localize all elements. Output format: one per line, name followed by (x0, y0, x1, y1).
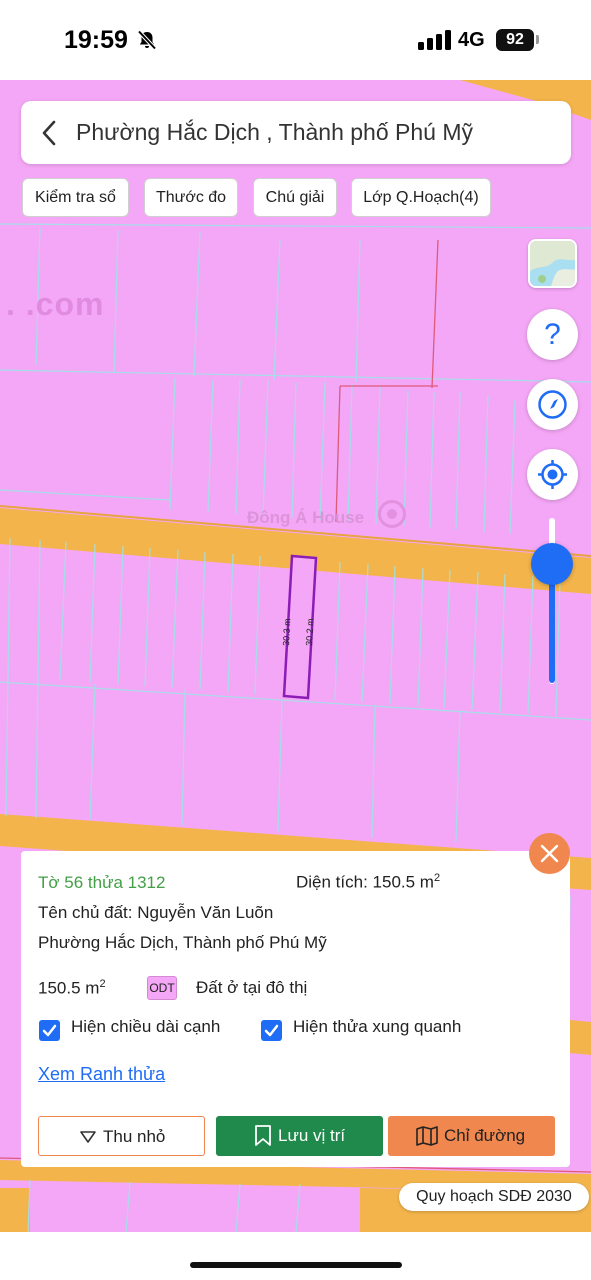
watermark-center: Đông Á House (247, 508, 365, 527)
help-button[interactable]: ? (527, 309, 578, 360)
close-panel-button[interactable] (529, 833, 570, 874)
signal-icon (418, 30, 451, 50)
compass-button[interactable] (527, 379, 578, 430)
owner-name: Tên chủ đất: Nguyễn Văn Luõn (38, 903, 274, 922)
directions-button[interactable]: Chỉ đường (388, 1116, 555, 1156)
locate-icon (538, 460, 567, 489)
save-location-button[interactable]: Lưu vị trí (216, 1116, 383, 1156)
directions-label: Chỉ đường (444, 1126, 526, 1145)
land-use-type: Đất ở tại đô thị (196, 978, 308, 997)
collapse-label: Thu nhỏ (103, 1127, 166, 1146)
bell-muted-icon (137, 30, 157, 50)
checkmark-icon (264, 1024, 279, 1037)
parcel-address: Phường Hắc Dịch, Thành phố Phú Mỹ (38, 933, 327, 952)
land-use-code-badge: ODT (147, 976, 177, 1000)
triangle-down-icon (80, 1131, 96, 1143)
battery-tip (536, 35, 539, 44)
map-type-button[interactable] (528, 239, 577, 288)
map-icon (416, 1126, 438, 1146)
location-title: Phường Hắc Dịch , Thành phố Phú Mỹ (76, 119, 473, 145)
chip-planning-layer[interactable]: Lớp Q.Hoạch(4) (351, 178, 491, 217)
view-boundary-link[interactable]: Xem Ranh thửa (38, 1064, 165, 1085)
close-icon (540, 844, 559, 863)
parcel-area: Diện tích: 150.5 m2 (296, 872, 441, 892)
map-thumbnail-icon (530, 241, 575, 286)
collapse-button[interactable]: Thu nhỏ (38, 1116, 205, 1156)
battery-icon: 92 (496, 29, 534, 51)
side-lengths-checkbox[interactable] (39, 1020, 60, 1041)
chip-measure[interactable]: Thước đo (144, 178, 238, 217)
planning-layer-label[interactable]: Quy hoạch SDĐ 2030 (399, 1183, 589, 1211)
locate-button[interactable] (527, 449, 578, 500)
chip-legend[interactable]: Chú giải (253, 178, 337, 217)
zoom-slider-handle[interactable] (531, 543, 573, 585)
back-arrow-icon[interactable] (37, 119, 63, 147)
bookmark-icon (255, 1125, 271, 1146)
watermark-pin-icon (378, 500, 406, 528)
parcel-number: Tờ 56 thửa 1312 (38, 873, 166, 892)
network-label: 4G (458, 29, 485, 51)
status-bar: 19:59 4G 92 (0, 0, 591, 80)
parcel-info-panel: Tờ 56 thửa 1312 Diện tích: 150.5 m2 Tên … (21, 851, 570, 1167)
status-time: 19:59 (64, 26, 128, 54)
side-lengths-label[interactable]: Hiện chiều dài cạnh (71, 1017, 220, 1037)
compass-icon (538, 390, 567, 419)
plot-side-right: 30.2 m (304, 618, 315, 646)
watermark-left: . .com (6, 286, 105, 322)
chip-check-certificate[interactable]: Kiểm tra sổ (22, 178, 129, 217)
land-use-area: 150.5 m2 (38, 978, 106, 998)
question-icon: ? (544, 318, 561, 351)
save-location-label: Lưu vị trí (278, 1126, 346, 1145)
neighbors-label[interactable]: Hiện thửa xung quanh (293, 1017, 461, 1037)
neighbors-checkbox[interactable] (261, 1020, 282, 1041)
checkmark-icon (42, 1024, 57, 1037)
svg-text:?: ? (544, 318, 561, 351)
home-indicator[interactable] (190, 1262, 402, 1268)
search-bar[interactable]: Phường Hắc Dịch , Thành phố Phú Mỹ (21, 101, 571, 164)
plot-side-left: 30.3 m (281, 618, 292, 646)
